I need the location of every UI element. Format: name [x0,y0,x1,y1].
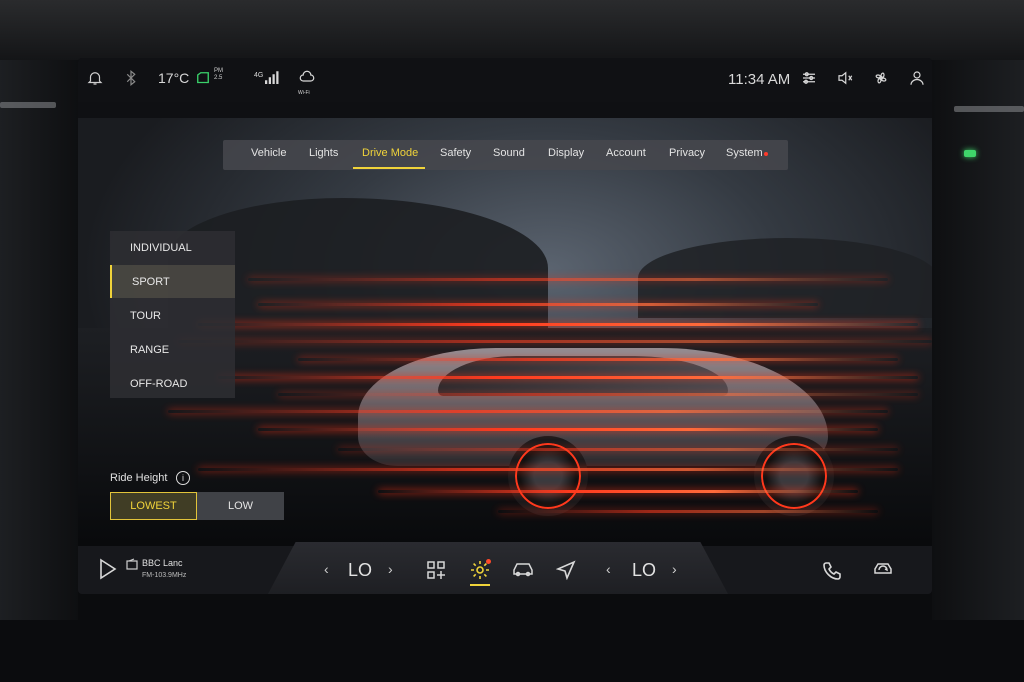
pm-label: PM 2.5 [214,68,223,81]
airflow-streak [198,323,918,326]
bottom-dock: BBC Lanc FM-103.9MHz ‹ LO › ‹ LO › [78,542,932,594]
radio-frequency: FM-103.9MHz [142,572,187,579]
tab-drive-mode[interactable]: Drive Mode [362,147,418,159]
airflow-streak [298,358,898,361]
drive-mode-list: INDIVIDUAL SPORT TOUR RANGE OFF-ROAD [110,231,235,398]
air-quality-icon [194,69,212,87]
navigation-icon[interactable] [556,560,576,580]
ride-height-label: Ride Height [110,472,168,484]
phone-icon[interactable] [822,561,842,581]
airflow-streak [498,510,878,513]
wifi-cloud-icon [298,69,316,87]
ride-height-low-button[interactable]: LOW [197,492,284,520]
climate-right-increase[interactable]: › [672,561,677,577]
system-notification-dot [764,152,768,156]
climate-left-increase[interactable]: › [388,561,393,577]
airflow-streak [248,278,888,281]
tab-display[interactable]: Display [548,147,584,159]
tab-vehicle[interactable]: Vehicle [251,147,286,159]
bezel-trim-right [954,106,1024,112]
play-icon[interactable] [98,558,118,580]
settings-tab-bar: Vehicle Lights Drive Mode Safety Sound D… [223,140,788,170]
airflow-streak [168,410,888,413]
mode-sport[interactable]: SPORT [110,265,235,298]
temperature: 17°C [158,70,190,86]
tab-account[interactable]: Account [606,147,646,159]
airflow-streak [258,303,818,306]
tab-sound[interactable]: Sound [493,147,525,159]
status-bar: 17°C PM 2.5 4G Wi-Fi 11:34 AM [78,58,932,102]
bell-icon[interactable] [86,69,104,87]
airflow-streak [178,340,932,343]
settings-notification-dot [486,559,491,564]
airflow-streak [198,468,898,471]
tab-active-indicator [353,167,425,169]
tab-lights[interactable]: Lights [309,147,338,159]
airflow-streak [378,490,858,493]
user-profile-icon[interactable] [908,69,926,87]
settings-active-indicator [470,584,490,586]
bezel-top [0,0,1024,60]
airflow-streak [338,448,898,451]
infotainment-screen: 17°C PM 2.5 4G Wi-Fi 11:34 AM Vehicle Li… [78,58,932,594]
airflow-streak [258,428,878,431]
climate-left-temp[interactable]: LO [348,560,372,581]
mode-range[interactable]: RANGE [110,333,235,366]
dock-center-panel [268,542,728,594]
radio-icon [126,558,138,570]
bezel-left [0,60,78,620]
info-icon[interactable]: i [176,471,190,485]
airflow-streak [278,393,918,396]
bezel-trim-left [0,102,56,108]
apps-grid-icon[interactable] [426,560,446,580]
climate-right-temp[interactable]: LO [632,560,656,581]
bezel-right [932,60,1024,620]
radio-station[interactable]: BBC Lanc [142,558,183,568]
bluetooth-icon[interactable] [122,69,140,87]
mode-individual[interactable]: INDIVIDUAL [110,231,235,264]
car-icon[interactable] [512,561,534,579]
tab-safety[interactable]: Safety [440,147,471,159]
mode-off-road[interactable]: OFF-ROAD [110,367,235,400]
clock: 11:34 AM [728,71,791,88]
fan-icon[interactable] [872,69,890,87]
recirculation-icon[interactable] [872,561,894,579]
mode-tour[interactable]: TOUR [110,299,235,332]
climate-right-decrease[interactable]: ‹ [606,561,611,577]
airflow-streak [218,376,918,379]
volume-mute-icon[interactable] [836,69,854,87]
sliders-icon[interactable] [800,69,818,87]
wifi-label: Wi-Fi [298,90,310,96]
climate-left-decrease[interactable]: ‹ [324,561,329,577]
tab-privacy[interactable]: Privacy [669,147,705,159]
tab-system[interactable]: System [726,147,763,159]
status-led [964,150,976,157]
signal-icon [262,69,280,87]
ride-height-lowest-button[interactable]: LOWEST [110,492,197,520]
